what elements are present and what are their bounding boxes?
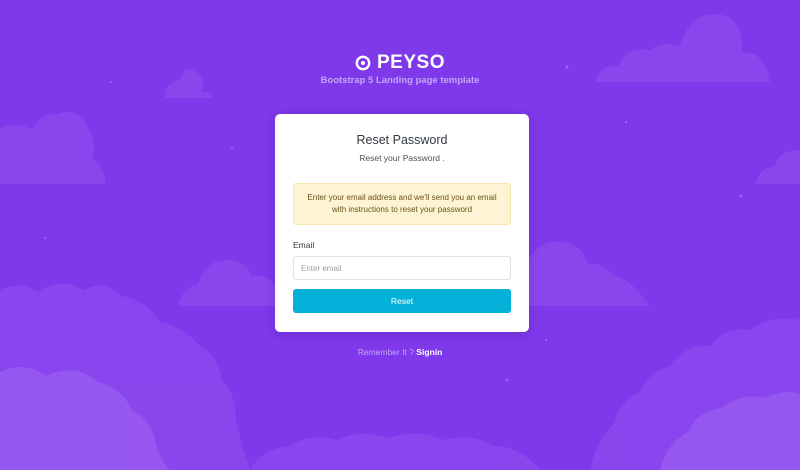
brand-logo[interactable]: PEYSO [0,52,800,74]
reset-button[interactable]: Reset [293,289,511,313]
brand-name: PEYSO [377,52,445,73]
email-label: Email [293,240,315,250]
info-alert: Enter your email address and we'll send … [293,183,511,225]
card-subtitle: Reset your Password . [359,153,445,163]
reset-password-card: Reset Password Reset your Password . Ent… [275,114,529,332]
brand-logo-icon [355,55,371,71]
brand-tagline: Bootstrap 5 Landing page template [320,75,480,86]
footer-text: Remember It ? [357,347,414,357]
alert-text-line: with instructions to reset your password [331,205,473,214]
alert-text-line: Enter your email address and we'll send … [307,193,497,202]
email-input[interactable] [293,256,511,280]
signin-link[interactable]: Signin [416,347,442,357]
card-title: Reset Password [356,133,448,147]
footer-signin-prompt: Remember It ? Signin [0,347,800,357]
